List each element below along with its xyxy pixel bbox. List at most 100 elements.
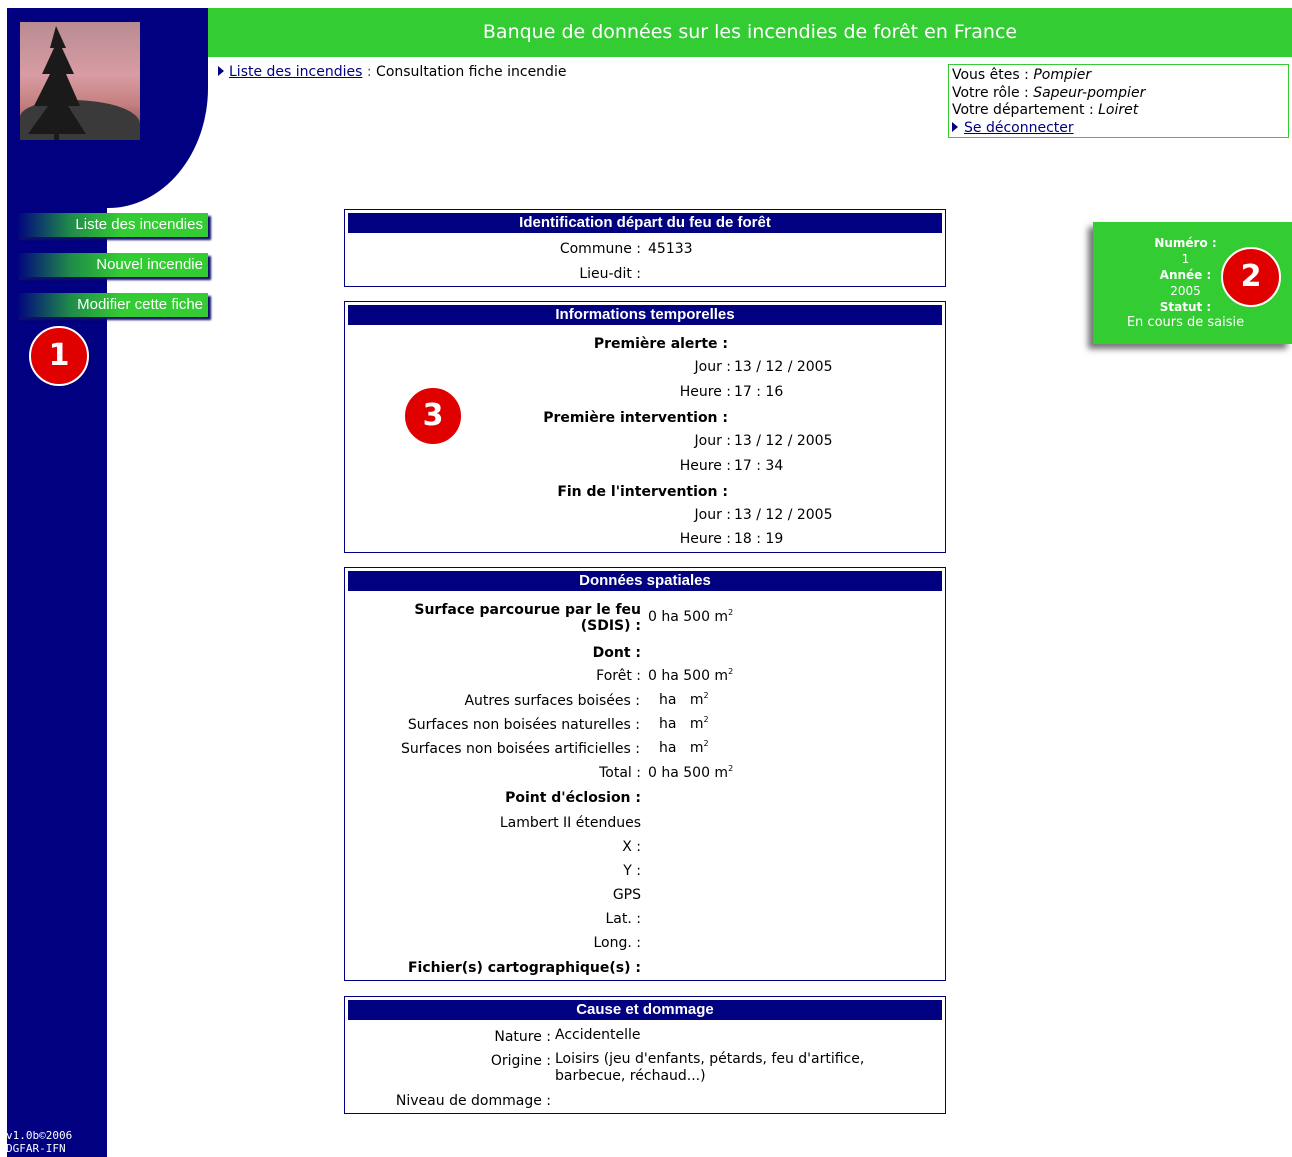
non-boisees-artificielles-value: ha m2 [659,739,709,756]
lambert-label: Lambert II étendues [499,815,641,831]
total-value: 0 ha 500 m2 [648,764,733,781]
nature-label: Nature : [494,1029,551,1045]
menu-liste-incendies[interactable]: Liste des incendies [16,213,208,237]
non-boisees-naturelles-label: Surfaces non boisées naturelles : [407,717,640,733]
breadcrumb-current: Consultation fiche incendie [376,64,567,80]
foret-exp: 2 [728,667,734,676]
breadcrumb: Liste des incendies : Consultation fiche… [218,64,566,80]
y-label: Y : [623,863,641,879]
section-title-spatiales: Données spatiales [348,571,942,591]
intervention-heure-value: 17 : 34 [734,458,784,474]
statut-label: Statut : [1159,300,1212,314]
lat-label: Lat. : [605,911,642,927]
role-value: Sapeur-pompier [1033,84,1146,101]
long-label: Long. : [593,935,642,951]
ha-unit: ha [659,716,677,732]
origine-value: Loisirs (jeu d'enfants, pétards, feu d'a… [555,1051,864,1085]
foret-value: 0 ha 500 m2 [648,667,733,684]
version-text: v1.0b©2006 [6,1129,73,1142]
annee-label: Année : [1159,268,1212,282]
surface-label: Surface parcourue par le feu (SDIS) : [414,602,641,634]
section-title-identification: Identification départ du feu de forêt [348,213,942,233]
fin-intervention-heading: Fin de l'intervention : [557,484,728,500]
x-label: X : [622,839,641,855]
m-unit: m [689,740,704,756]
jour-label: Jour : [694,433,732,449]
exp: 2 [703,691,709,700]
surface-exp: 2 [728,608,734,617]
foret-label: Forêt : [596,668,641,684]
dont-label: Dont : [592,645,641,661]
user-value: Pompier [1033,67,1092,83]
menu-nouvel-incendie[interactable]: Nouvel incendie [16,253,208,277]
total-label: Total : [599,765,641,781]
total-value-text: 0 ha 500 m [648,765,729,781]
non-boisees-artificielles-label: Surfaces non boisées artificielles : [400,741,640,757]
jour-label: Jour : [694,359,732,375]
ha-unit: ha [659,740,677,756]
section-title-cause: Cause et dommage [348,1000,942,1020]
surface-value: 0 ha 500 m2 [648,608,733,625]
autres-surfaces-value: ha m2 [659,691,709,708]
section-identification: Identification départ du feu de forêt Co… [344,209,946,287]
alerte-jour-value: 13 / 12 / 2005 [734,359,833,375]
callout-badge-3: 3 [403,386,463,446]
autres-surfaces-label: Autres surfaces boisées : [464,693,640,709]
commune-value: 45133 [648,241,693,257]
fichiers-label: Fichier(s) cartographique(s) : [407,960,641,976]
surface-value-text: 0 ha 500 m [648,609,729,625]
foret-value-text: 0 ha 500 m [648,668,729,684]
m-unit: m [689,716,704,732]
m-unit: m [689,692,704,708]
ha-unit: ha [659,692,677,708]
intervention-jour-value: 13 / 12 / 2005 [734,433,833,449]
nature-value: Accidentelle [555,1027,641,1043]
origine-line2: barbecue, réchaud...) [555,1068,706,1084]
total-exp: 2 [728,764,734,773]
menu-modifier-fiche[interactable]: Modifier cette fiche [16,293,208,317]
sidebar [7,8,107,1157]
pine-tree-icon [28,26,86,140]
lieudit-label: Lieu-dit : [579,266,641,282]
heure-label: Heure : [679,531,731,547]
gps-label: GPS [612,887,641,903]
user-label: Vous êtes : [952,67,1029,83]
origine-label: Origine : [490,1053,551,1069]
user-info-box: Vous êtes : Pompier Votre rôle : Sapeur-… [948,64,1289,138]
dept-value: Loiret [1098,102,1139,118]
role-label: Votre rôle : [952,84,1029,101]
statut-value: En cours de saisie [1126,315,1245,330]
premiere-intervention-heading: Première intervention : [543,410,728,426]
org-text: DGFAR-IFN [6,1142,66,1155]
eclosion-label: Point d'éclosion : [505,790,641,806]
jour-label: Jour : [694,507,732,523]
arrow-right-icon [952,121,958,132]
non-boisees-naturelles-value: ha m2 [659,715,709,732]
alerte-heure-value: 17 : 16 [734,384,784,400]
callout-badge-1: 1 [29,326,89,386]
arrow-right-icon [218,66,224,76]
section-title-temporelles: Informations temporelles [348,305,942,325]
version-info: v1.0b©2006 DGFAR-IFN [6,1129,72,1155]
surface-label-line2: (SDIS) : [580,618,641,634]
exp: 2 [703,715,709,724]
origine-line1: Loisirs (jeu d'enfants, pétards, feu d'a… [555,1051,865,1067]
section-cause: Cause et dommage Nature : Accidentelle O… [344,996,946,1114]
fin-jour-value: 13 / 12 / 2005 [734,507,833,523]
premiere-alerte-heading: Première alerte : [593,336,728,352]
fin-heure-value: 18 : 19 [734,531,784,547]
numero-label: Numéro : [1154,236,1217,250]
heure-label: Heure : [679,384,731,400]
breadcrumb-link-liste[interactable]: Liste des incendies [229,64,362,80]
niveau-dommage-label: Niveau de dommage : [395,1093,551,1109]
dept-label: Votre département : [952,102,1094,118]
callout-badge-2: 2 [1221,247,1281,307]
heure-label: Heure : [679,458,731,474]
exp: 2 [703,739,709,748]
section-spatiales: Données spatiales Surface parcourue par … [344,567,946,981]
logout-link[interactable]: Se déconnecter [964,120,1074,136]
page-title: Banque de données sur les incendies de f… [208,8,1292,57]
logo-image [20,22,140,140]
commune-label: Commune : [559,241,641,257]
breadcrumb-separator: : [366,64,372,80]
